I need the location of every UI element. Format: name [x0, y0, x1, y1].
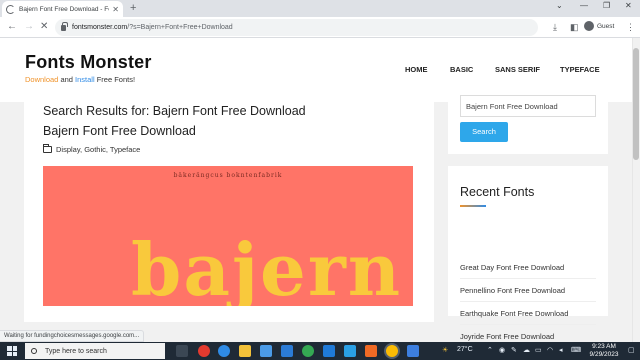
chat-icon[interactable]: ▭ — [535, 346, 542, 354]
post-categories: Display, Gothic, Typeface — [43, 144, 140, 154]
loading-spinner-icon — [6, 4, 15, 14]
tray-app-icon[interactable]: ◉ — [499, 346, 505, 354]
divider — [460, 301, 596, 302]
menu-icon[interactable]: ⋮ — [626, 21, 635, 33]
browser-tab-strip: Bajern Font Free Download - Fo ✕ + ⌄ — ❐… — [0, 0, 640, 17]
category-links[interactable]: Display, Gothic, Typeface — [56, 145, 140, 154]
post-title[interactable]: Bajern Font Free Download — [43, 124, 196, 138]
nav-sans-serif[interactable]: SANS SERIF — [495, 65, 540, 74]
windows-start-icon[interactable] — [7, 346, 17, 356]
divider — [460, 278, 596, 279]
nav-basic[interactable]: BASIC — [450, 65, 473, 74]
recent-font-link[interactable]: Great Day Font Free Download — [460, 263, 596, 272]
chrome-icon[interactable] — [386, 345, 398, 357]
weather-icon[interactable]: ☀ — [442, 346, 448, 354]
maximize-icon[interactable]: ❐ — [603, 1, 610, 10]
font-preview-image[interactable]: bäkerängcus bokntenfabrik bajern — [43, 166, 413, 306]
taskbar-search-placeholder: Type here to search — [45, 347, 107, 355]
taskbar-clock[interactable]: 9:23 AM 9/29/2023 — [584, 343, 624, 359]
edge-icon[interactable] — [218, 345, 230, 357]
tray-overflow-icon[interactable]: ⌃ — [487, 346, 493, 354]
volume-icon[interactable]: ◂ — [559, 346, 563, 354]
tab-search-icon[interactable]: ⌄ — [556, 1, 563, 10]
recent-font-link[interactable]: Earthquake Font Free Download — [460, 309, 596, 318]
app-icon[interactable] — [407, 345, 419, 357]
clock-time: 9:23 AM — [592, 343, 616, 350]
recent-fonts-heading: Recent Fonts — [460, 185, 535, 199]
photos-icon[interactable] — [323, 345, 335, 357]
stop-loading-icon[interactable]: ✕ — [40, 21, 48, 33]
taskbar-search-box[interactable]: Type here to search — [25, 343, 165, 359]
opera-icon[interactable] — [198, 345, 210, 357]
new-tab-icon[interactable]: + — [130, 2, 136, 14]
close-window-icon[interactable]: ✕ — [625, 1, 632, 10]
skype-icon[interactable] — [344, 345, 356, 357]
back-icon[interactable]: ← — [7, 21, 17, 33]
preview-big-text: bajern — [131, 227, 403, 307]
url-text[interactable]: fontsmonster.com/?s=Bajern+Font+Free+Dow… — [72, 24, 233, 31]
notifications-icon[interactable]: ▢ — [628, 346, 635, 354]
windows-taskbar: Type here to search ☀ 27°C ⌃ ◉ ✎ ☁ ▭ ◠ ◂… — [0, 342, 640, 360]
file-explorer-icon[interactable] — [239, 345, 251, 357]
store-icon[interactable] — [260, 345, 272, 357]
search-results-heading: Search Results for: Bajern Font Free Dow… — [43, 104, 306, 118]
preview-small-text: bäkerängcus bokntenfabrik — [173, 172, 283, 179]
chrome-alt-icon[interactable] — [302, 345, 314, 357]
loading-status-bar: Waiting for fundingchoicesmessages.googl… — [0, 330, 145, 342]
download-icon[interactable]: ⤓ — [553, 21, 557, 33]
clock-date: 9/29/2023 — [589, 351, 619, 358]
address-bar[interactable]: fontsmonster.com/?s=Bajern+Font+Free+Dow… — [55, 19, 538, 36]
avatar-icon — [584, 21, 594, 31]
side-panel-icon[interactable]: ◧ — [570, 21, 579, 33]
sidebar-search-card — [448, 82, 608, 154]
browser-tab[interactable]: Bajern Font Free Download - Fo ✕ — [2, 1, 123, 17]
profile-label: Guest — [597, 22, 615, 30]
sidebar-search-input[interactable] — [460, 95, 596, 117]
recent-font-link[interactable]: Joyride Font Free Download — [460, 332, 596, 341]
close-tab-icon[interactable]: ✕ — [112, 5, 119, 14]
site-logo[interactable]: Fonts Monster — [25, 52, 152, 73]
forward-icon[interactable]: → — [24, 21, 34, 33]
wifi-icon[interactable]: ◠ — [547, 346, 553, 354]
nav-typeface[interactable]: TYPEFACE — [560, 65, 600, 74]
search-icon — [31, 348, 37, 354]
folder-icon — [43, 144, 52, 153]
pen-icon[interactable]: ✎ — [511, 346, 517, 354]
tab-title: Bajern Font Free Download - Fo — [19, 5, 110, 13]
recent-font-link[interactable]: Pennellino Font Free Download — [460, 286, 596, 295]
scrollbar-thumb[interactable] — [633, 48, 639, 160]
task-view-icon[interactable] — [176, 345, 188, 357]
heading-underline — [460, 205, 486, 207]
network-icon[interactable]: ☁ — [523, 346, 530, 354]
lock-icon[interactable] — [61, 21, 68, 31]
nav-home[interactable]: HOME — [405, 65, 428, 74]
sidebar-search-button[interactable]: Search — [460, 122, 508, 142]
minimize-icon[interactable]: — — [580, 1, 588, 10]
profile-button[interactable]: Guest — [584, 21, 614, 31]
app-icon[interactable] — [365, 345, 377, 357]
browser-toolbar: ← → ✕ fontsmonster.com/?s=Bajern+Font+Fr… — [0, 17, 640, 38]
divider — [460, 324, 596, 325]
mail-icon[interactable] — [281, 345, 293, 357]
language-icon[interactable]: ⌨ — [571, 346, 581, 354]
temperature-text[interactable]: 27°C — [457, 346, 473, 353]
